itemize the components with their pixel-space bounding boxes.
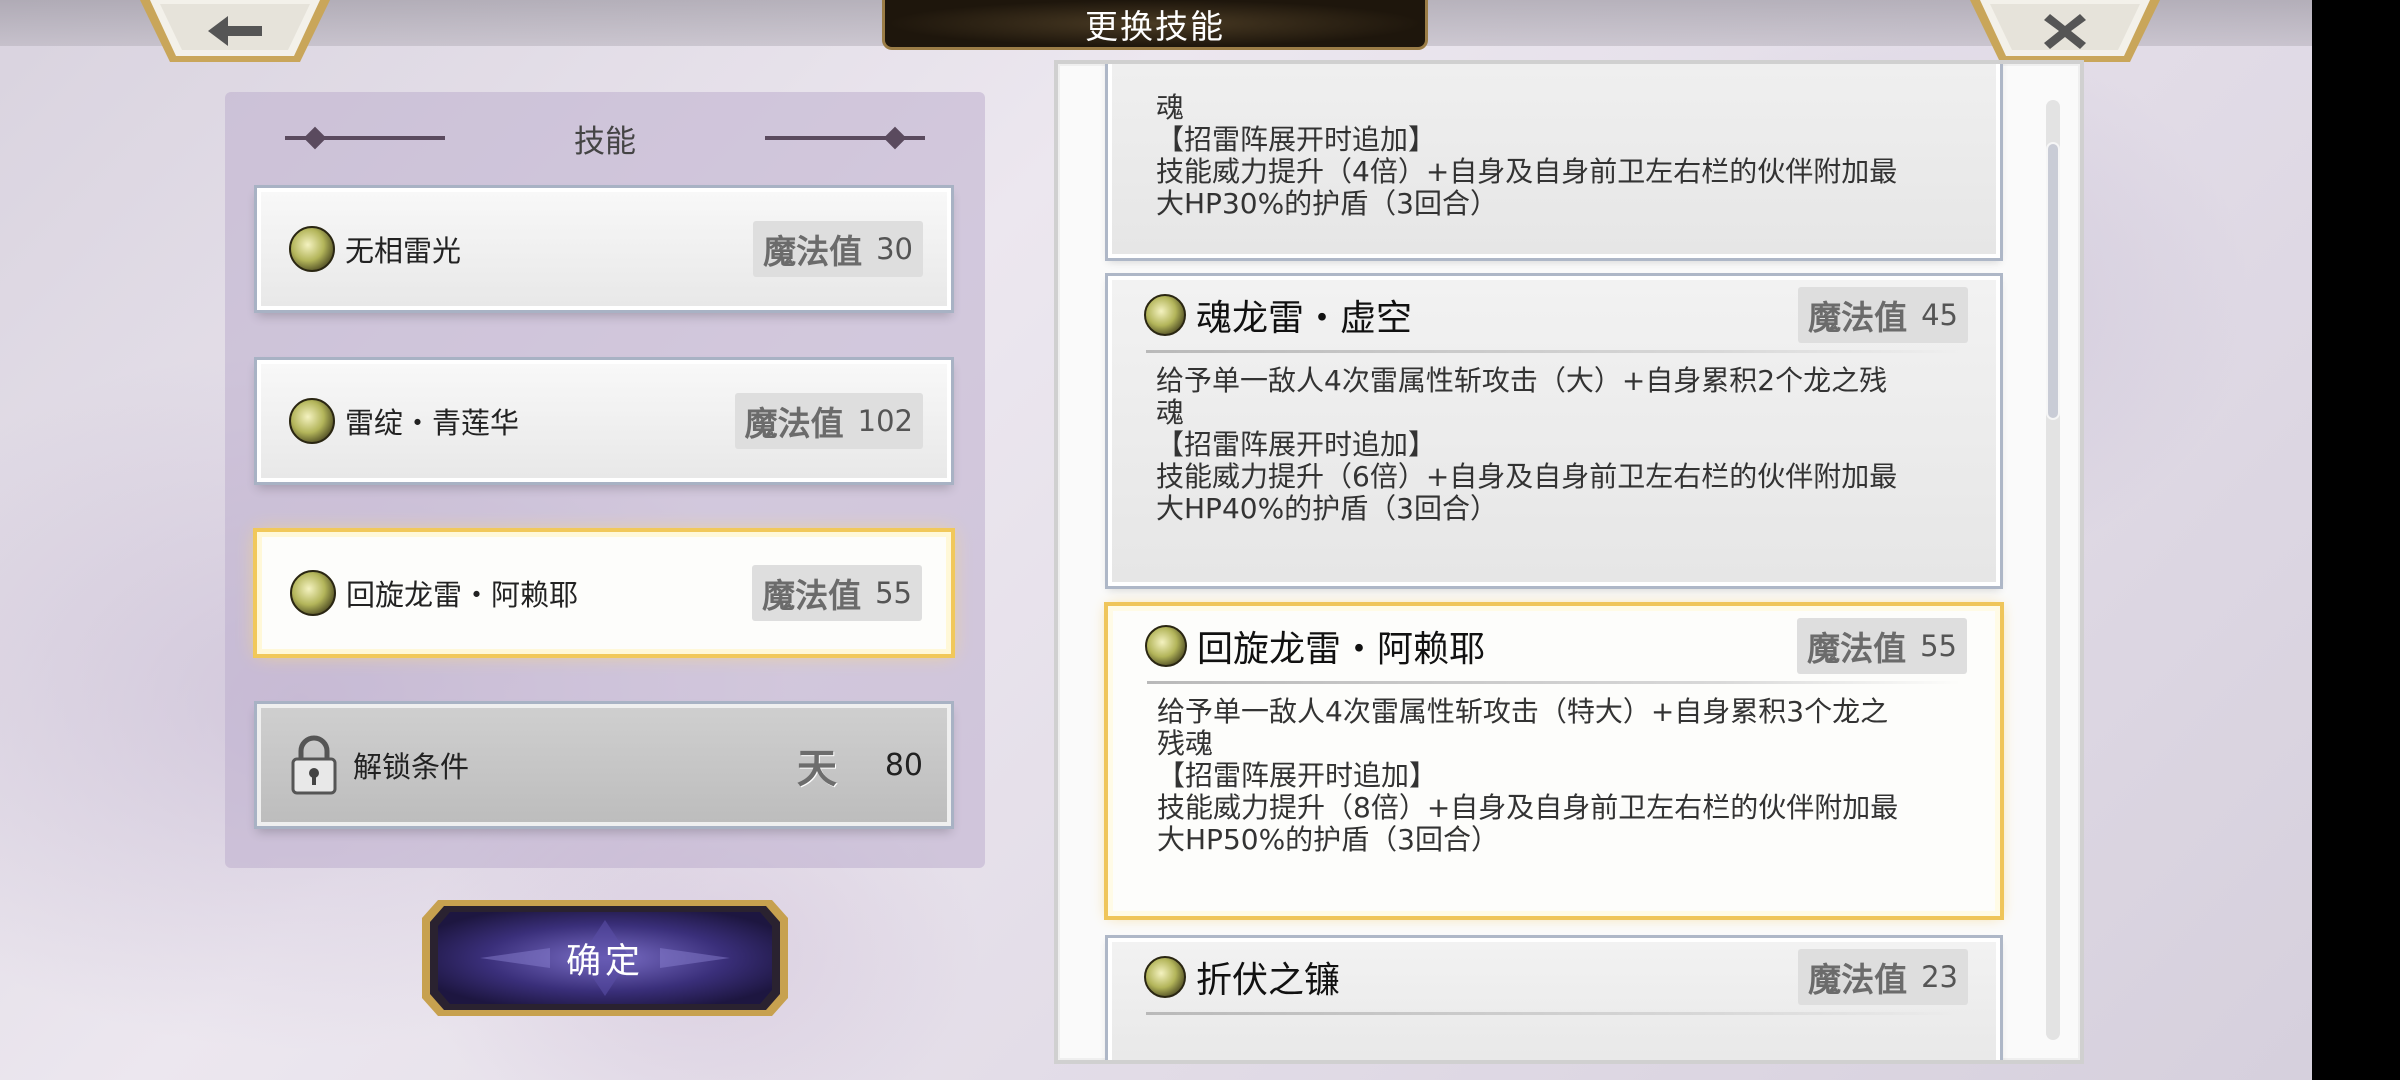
mp-value: 45 <box>1921 298 1958 332</box>
screen-title-plate: 更换技能 <box>882 0 1428 50</box>
mp-cost: 魔法值 55 <box>1797 618 1967 674</box>
skill-list-scrollbar[interactable] <box>2046 100 2060 1040</box>
mp-label: 魔法值 <box>1808 960 1908 999</box>
padlock-icon <box>291 735 337 795</box>
mp-value: 30 <box>876 232 913 266</box>
skill-description: 魂 【招雷阵展开时追加】 技能威力提升（4倍）+自身及自身前卫左右栏的伙伴附加最… <box>1156 91 1898 220</box>
mp-cost: 魔法值 30 <box>753 221 923 277</box>
thunder-orb-icon <box>1144 294 1186 336</box>
skill-card-3[interactable]: 折伏之镰 魔法值 23 <box>1108 938 2000 1060</box>
mp-value: 55 <box>1920 629 1957 663</box>
skill-card-title: 回旋龙雷・阿赖耶 <box>1197 629 1486 670</box>
mp-cost: 魔法值 23 <box>1798 949 1968 1005</box>
skill-slot-3-selected[interactable]: 回旋龙雷・阿赖耶 魔法值 55 <box>257 532 951 654</box>
skill-card-header: 回旋龙雷・阿赖耶 魔法值 55 <box>1113 611 1995 681</box>
screen-title: 更换技能 <box>1085 6 1225 46</box>
scroll-thumb[interactable] <box>2046 142 2060 420</box>
confirm-button[interactable]: 确定 <box>420 898 790 1018</box>
skill-card-title: 折伏之镰 <box>1196 960 1341 1001</box>
mp-label: 魔法值 <box>1807 629 1907 668</box>
thunder-orb-icon <box>289 226 335 272</box>
mp-label: 魔法值 <box>744 404 844 443</box>
skill-description: 给予单一敌人4次雷属性斩攻击（大）+自身累积2个龙之残 魂 【招雷阵展开时追加】… <box>1156 364 1898 525</box>
heading-ornament-right <box>765 136 925 140</box>
skill-card-partial[interactable]: 魂 【招雷阵展开时追加】 技能威力提升（4倍）+自身及自身前卫左右栏的伙伴附加最… <box>1108 64 2000 258</box>
skill-card-header: 魂龙雷・虚空 魔法值 45 <box>1112 280 1996 350</box>
unlock-condition-label: 解锁条件 <box>353 750 470 784</box>
thunder-orb-icon <box>289 398 335 444</box>
confirm-label: 确定 <box>565 941 644 982</box>
back-arrow-icon <box>140 0 330 62</box>
skill-slot-1[interactable]: 无相雷光 魔法值 30 <box>257 188 951 310</box>
close-button[interactable] <box>1970 0 2160 64</box>
mp-label: 魔法值 <box>1808 298 1908 337</box>
mp-value: 23 <box>1921 960 1958 994</box>
skill-description: 给予单一敌人4次雷属性斩攻击（特大）+自身累积3个龙之 残魂 【招雷阵展开时追加… <box>1157 695 1899 856</box>
mp-cost: 魔法值 55 <box>752 565 922 621</box>
unlock-requirement-value: 80 <box>884 747 923 783</box>
mp-value: 102 <box>857 404 913 438</box>
rank-glyph: 天 <box>796 746 837 792</box>
skill-slot-name: 回旋龙雷・阿赖耶 <box>346 578 579 612</box>
mp-label: 魔法值 <box>762 576 862 615</box>
divider <box>1146 1012 1962 1015</box>
close-x-icon <box>1970 0 2160 62</box>
skill-list-panel[interactable]: 魂 【招雷阵展开时追加】 技能威力提升（4倍）+自身及自身前卫左右栏的伙伴附加最… <box>1054 60 2084 1064</box>
thunder-orb-icon <box>1145 625 1187 667</box>
skill-slot-2[interactable]: 雷绽・青莲华 魔法值 102 <box>257 360 951 482</box>
mp-cost: 魔法值 102 <box>734 393 923 449</box>
skill-slot-4-locked[interactable]: 解锁条件 天 80 <box>257 704 951 826</box>
skill-card-2-selected[interactable]: 回旋龙雷・阿赖耶 魔法值 55 给予单一敌人4次雷属性斩攻击（特大）+自身累积3… <box>1108 606 2000 916</box>
thunder-orb-icon <box>290 570 336 616</box>
equipped-skills-panel: 技能 无相雷光 魔法值 30 雷绽・青莲华 魔法值 102 回旋龙雷・阿赖耶 魔… <box>225 92 985 868</box>
mp-value: 55 <box>875 576 912 610</box>
mp-label: 魔法值 <box>763 232 863 271</box>
thunder-orb-icon <box>1144 956 1186 998</box>
skill-card-title: 魂龙雷・虚空 <box>1196 298 1413 339</box>
skill-slot-name: 无相雷光 <box>345 234 462 268</box>
skill-card-header: 折伏之镰 魔法值 23 <box>1112 942 1996 1012</box>
skill-slot-name: 雷绽・青莲华 <box>345 406 520 440</box>
back-button[interactable] <box>140 0 330 64</box>
screen-edge <box>2312 0 2400 1080</box>
panel-heading-text: 技能 <box>574 123 636 160</box>
mp-cost: 魔法值 45 <box>1798 287 1968 343</box>
skill-card-1[interactable]: 魂龙雷・虚空 魔法值 45 给予单一敌人4次雷属性斩攻击（大）+自身累积2个龙之… <box>1108 276 2000 586</box>
